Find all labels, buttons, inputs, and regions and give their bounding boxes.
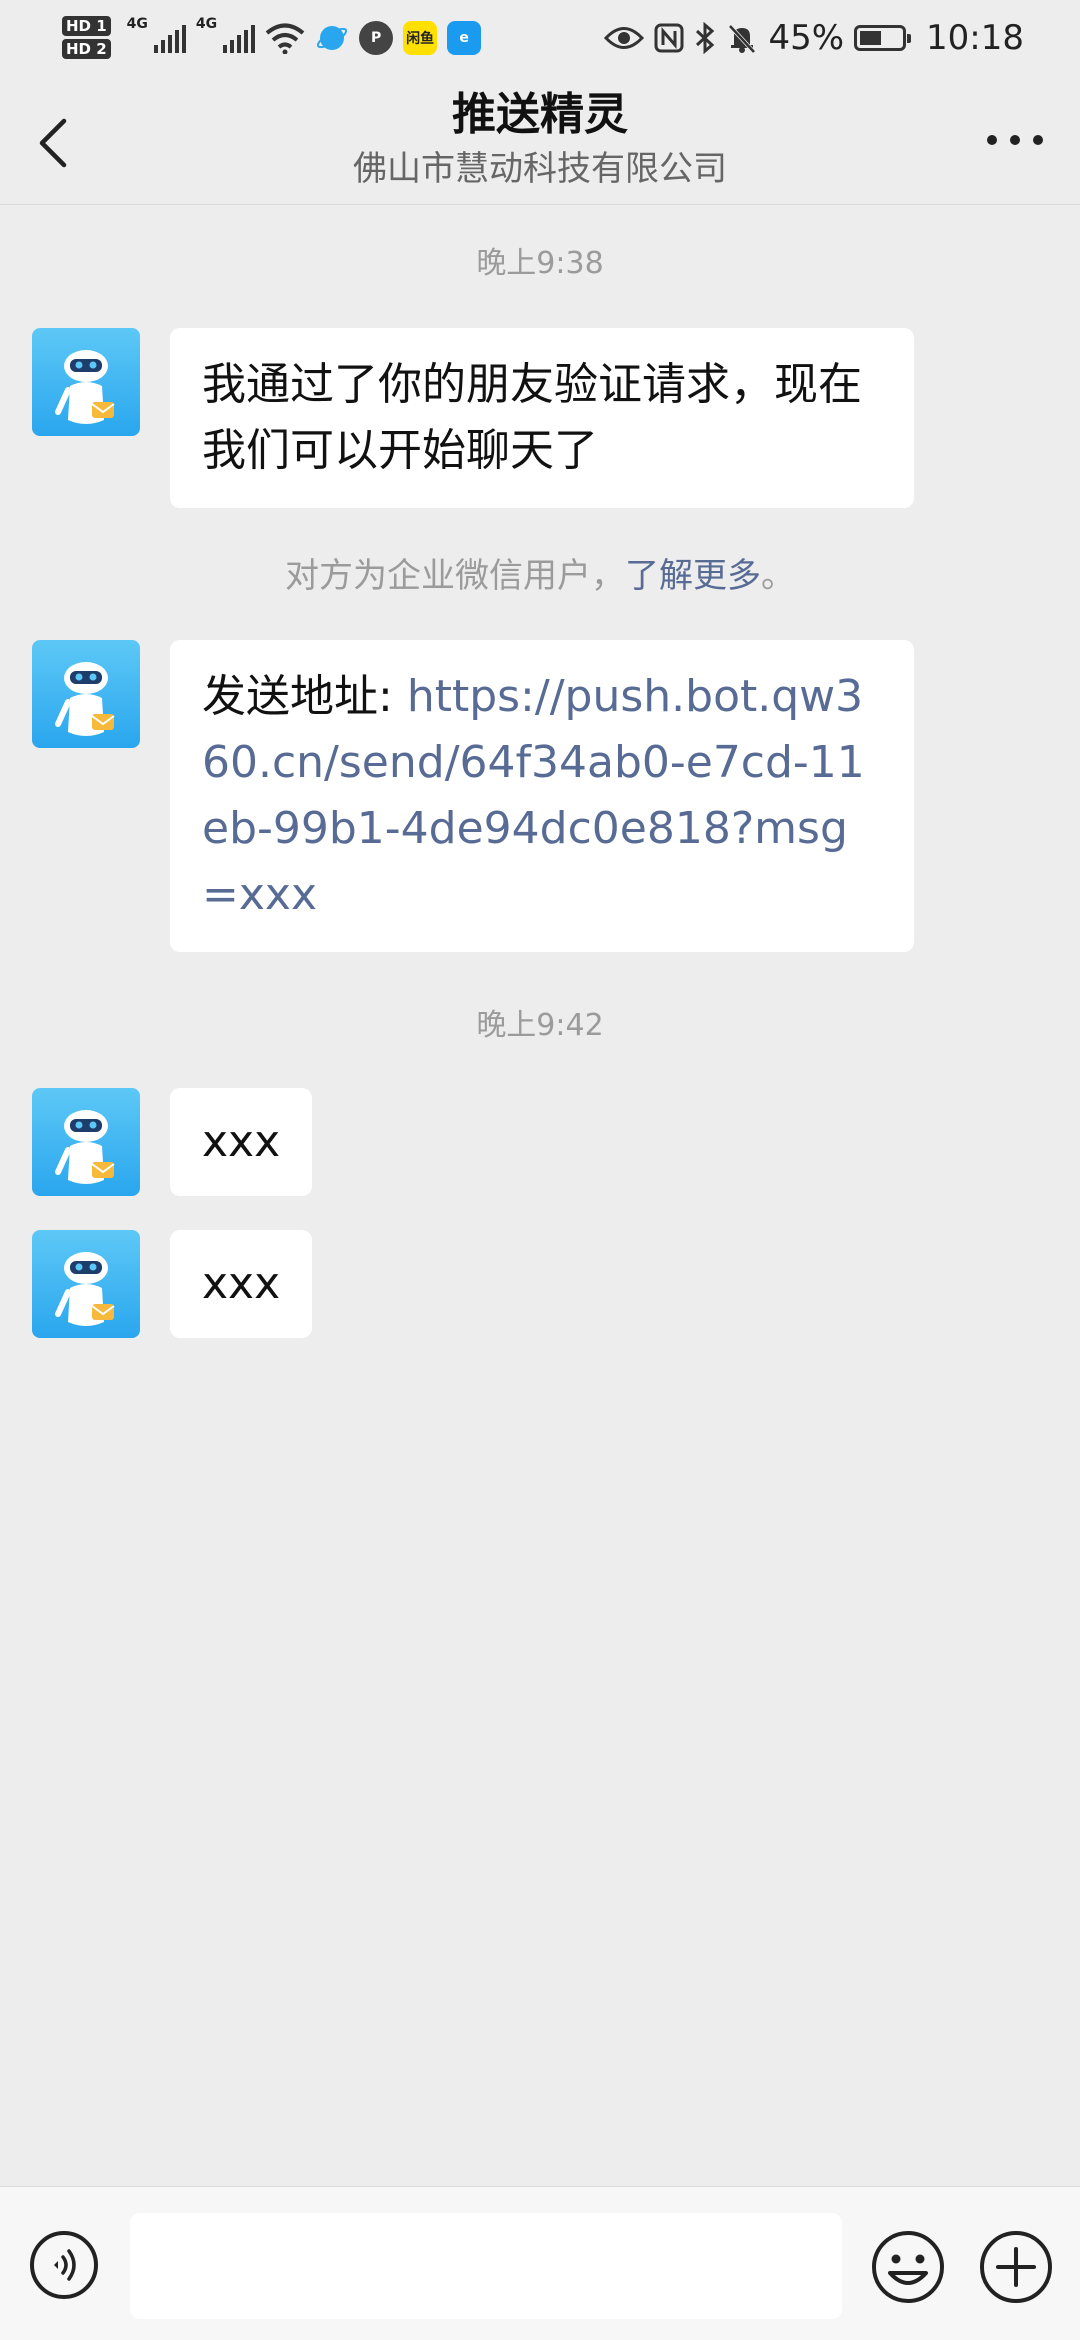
robot-avatar-icon [55, 662, 115, 736]
input-bar [0, 2186, 1080, 2340]
battery-percent: 45% [768, 17, 845, 58]
plus-icon[interactable] [978, 2229, 1054, 2305]
signal-icon-1 [153, 23, 186, 53]
chat-header: 推送精灵 佛山市慧动科技有限公司 [0, 75, 1080, 205]
eye-icon [604, 26, 645, 49]
clock: 10:18 [926, 17, 1024, 58]
eleme-app-icon: e [447, 20, 482, 55]
chat-title: 推送精灵 [452, 89, 628, 140]
hd2-badge: HD 2 [62, 39, 111, 59]
address-label: 发送地址: [202, 671, 407, 722]
hd-indicators: HD 1 HD 2 [62, 16, 111, 59]
status-bar: HD 1 HD 2 4G 4G P 闲鱼 e 45% 10:18 [0, 0, 1080, 75]
timestamp: 晚上9:42 [476, 1008, 604, 1043]
message-bubble[interactable]: 我通过了你的朋友验证请求，现在我们可以开始聊天了 [170, 328, 914, 508]
hd1-badge: HD 1 [62, 16, 111, 36]
chat-screen: HD 1 HD 2 4G 4G P 闲鱼 e 45% 10:18 推送精灵 佛山… [0, 0, 1080, 2340]
robot-avatar-icon [55, 350, 115, 424]
wifi-icon [265, 23, 305, 54]
p-app-icon: P [359, 20, 394, 55]
emoji-icon[interactable] [870, 2229, 946, 2305]
chat-subtitle: 佛山市慧动科技有限公司 [353, 149, 727, 189]
nfc-icon [654, 23, 684, 52]
message-bubble-url[interactable]: 发送地址: https://push.bot.qw360.cn/send/64f… [170, 640, 914, 952]
battery-icon [854, 24, 912, 51]
voice-input-icon[interactable] [28, 2229, 100, 2301]
system-note: 对方为企业微信用户，了解更多。 [0, 548, 1080, 597]
message-row: 我通过了你的朋友验证请求，现在我们可以开始聊天了 [32, 328, 914, 508]
message-row: 发送地址: https://push.bot.qw360.cn/send/64f… [32, 640, 914, 952]
network-type-2: 4G [195, 16, 218, 32]
message-input[interactable] [130, 2213, 842, 2319]
more-options-icon[interactable] [980, 115, 1050, 165]
title-block: 推送精灵 佛山市慧动科技有限公司 [0, 85, 1080, 193]
timestamp: 晚上9:38 [476, 246, 604, 281]
xianyu-app-icon: 闲鱼 [403, 20, 438, 55]
bot-avatar[interactable] [32, 640, 140, 748]
bot-avatar[interactable] [32, 1088, 140, 1196]
message-bubble[interactable]: xxx [170, 1230, 313, 1338]
bot-avatar[interactable] [32, 1230, 140, 1338]
status-right: 45% 10:18 [604, 18, 1024, 58]
status-left: HD 1 HD 2 4G 4G P 闲鱼 e [62, 16, 482, 59]
system-note-text: 对方为企业微信用户， [285, 556, 625, 596]
bluetooth-icon [696, 21, 715, 54]
message-row: xxx [32, 1230, 313, 1338]
robot-avatar-icon [55, 1110, 115, 1184]
learn-more-link[interactable]: 了解更多 [625, 556, 761, 596]
network-type-1: 4G [126, 16, 148, 32]
bot-avatar[interactable] [32, 328, 140, 436]
signal-icon-2 [223, 23, 256, 53]
system-note-end: 。 [761, 556, 795, 596]
robot-avatar-icon [55, 1252, 115, 1326]
mute-bell-icon [728, 24, 756, 53]
message-row: xxx [32, 1088, 313, 1196]
planet-app-icon [317, 25, 348, 50]
message-bubble[interactable]: xxx [170, 1088, 313, 1196]
